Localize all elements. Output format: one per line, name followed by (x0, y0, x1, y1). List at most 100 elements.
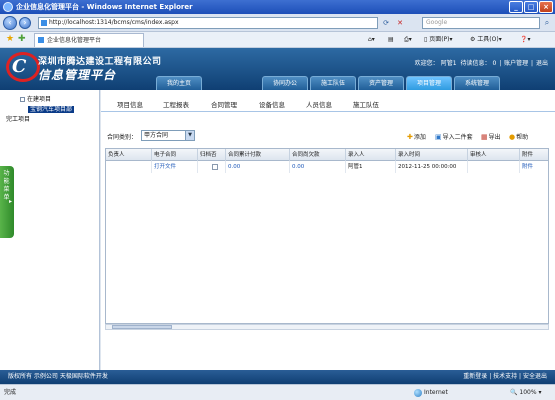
nav-tab-assets[interactable]: 资产管理 (358, 76, 404, 90)
back-button[interactable]: ‹ (3, 16, 17, 30)
nav-tab-home[interactable]: 我的主页 (156, 76, 202, 90)
nav-tab-teams[interactable]: 施工队伍 (310, 76, 356, 90)
print-icon[interactable]: ⎙▾ (404, 34, 412, 46)
column-header[interactable]: 录入时间 (396, 149, 468, 161)
page-icon (41, 20, 47, 26)
window-title: 企业信息化管理平台 - Windows Internet Explorer (16, 3, 193, 11)
column-header[interactable]: 合同尚欠款 (290, 149, 346, 161)
archived-checkbox[interactable] (212, 163, 218, 170)
open-file-link[interactable]: 打开文件 (152, 161, 198, 173)
add-favorite-icon[interactable]: ✚ (18, 34, 28, 44)
subnav-equipment[interactable]: 设备信息 (259, 100, 285, 110)
subnav-teams[interactable]: 施工队伍 (353, 100, 379, 110)
main-content: 项目信息 工程报表 合同管理 设备信息 人员信息 施工队伍 合同类别： 甲方合同… (101, 90, 555, 370)
refresh-icon[interactable]: ⟳ (380, 17, 392, 29)
nav-tab-projects[interactable]: 项目管理 (406, 76, 452, 90)
column-header[interactable]: 录入人 (346, 149, 396, 161)
column-header[interactable]: 负责人 (106, 149, 152, 161)
ie-icon (3, 2, 13, 12)
feeds-icon[interactable]: ▤ (388, 34, 394, 46)
table-header: 负责人 电子合同 归档否 合同累计付款 合同尚欠款 录入人 录入时间 审核人 附… (106, 149, 548, 161)
column-header[interactable]: 归档否 (198, 149, 226, 161)
favorites-star-icon[interactable]: ★ (6, 34, 16, 44)
help-button[interactable]: ●帮助 (509, 132, 528, 141)
add-label: 添加 (413, 134, 426, 141)
stop-icon[interactable]: ✕ (394, 17, 406, 29)
subnav-reports[interactable]: 工程报表 (163, 100, 189, 110)
horizontal-scrollbar[interactable] (105, 324, 549, 330)
search-input[interactable]: Google (422, 17, 540, 29)
column-header[interactable]: 附件 (520, 149, 550, 161)
window-controls: _ □ × (509, 1, 553, 13)
url-field[interactable]: http://localhost:1314/bcms/cms/index.asp… (38, 17, 378, 29)
messages-count[interactable]: 0 (492, 60, 496, 67)
column-header[interactable]: 审核人 (468, 149, 520, 161)
main-nav: 我的主页 协同办公 施工队伍 资产管理 项目管理 系统管理 (0, 76, 555, 90)
page-menu[interactable]: ▯ 页面(P)▾ (424, 34, 453, 46)
forward-button[interactable]: › (19, 17, 31, 29)
chevron-down-icon: ▼ (185, 131, 194, 140)
add-icon: ✚ (407, 133, 413, 141)
account-link[interactable]: 账户管理 (504, 60, 528, 67)
window-titlebar: 企业信息化管理平台 - Windows Internet Explorer _ … (0, 0, 555, 14)
tab-title: 企业信息化管理平台 (47, 37, 102, 44)
tab-page-icon (38, 37, 44, 43)
export-icon: ▦ (481, 133, 488, 141)
cell-reviewer (468, 161, 520, 173)
table-row[interactable]: 打开文件 0.00 0.00 阿管1 2012-11-25 00:00:00 附… (106, 161, 548, 173)
tree-expander[interactable] (20, 97, 25, 102)
tree-item-completed-projects[interactable]: 完工项目 (6, 116, 30, 124)
nav-tab-office[interactable]: 协同办公 (262, 76, 308, 90)
url-text: http://localhost:1314/bcms/cms/index.asp… (49, 19, 179, 26)
help-menu-icon[interactable]: ❓▾ (520, 34, 530, 46)
cell-paid: 0.00 (226, 161, 290, 173)
tools-menu[interactable]: ⚙ 工具(O)▾ (470, 34, 502, 46)
logout-link[interactable]: 安全退出 (523, 373, 547, 380)
column-header[interactable]: 合同累计付款 (226, 149, 290, 161)
subnav-contracts[interactable]: 合同管理 (211, 100, 237, 110)
sub-nav: 项目信息 工程报表 合同管理 设备信息 人员信息 施工队伍 (101, 100, 555, 112)
add-button[interactable]: ✚添加 (407, 132, 426, 141)
tree-item-label: 宝钢汽车项目部 (28, 106, 75, 113)
close-button[interactable]: × (539, 1, 553, 13)
home-icon[interactable]: ⌂▾ (368, 34, 375, 46)
cell-entry-time: 2012-11-25 00:00:00 (396, 161, 468, 173)
tree-item-active-projects[interactable]: 在建项目 (20, 96, 51, 104)
zone-label: Internet (424, 389, 448, 396)
exit-link[interactable]: 退出 (536, 60, 548, 67)
browser-tab[interactable]: 企业信息化管理平台 (34, 33, 144, 47)
subnav-personnel[interactable]: 人员信息 (306, 100, 332, 110)
welcome-label: 欢迎您： (414, 60, 439, 67)
globe-icon (414, 388, 422, 397)
import-button[interactable]: ▣导入二件套 (435, 132, 473, 141)
zoom-level[interactable]: 🔍 100% ▾ (510, 385, 541, 400)
cell-owed: 0.00 (290, 161, 346, 173)
cell-entered-by: 阿管1 (346, 161, 396, 173)
app-footer: 版权所有 示例公司 天极国际软件开发 重新登录 | 技术支持 | 安全退出 (0, 370, 555, 384)
user-name: 阿管1 (440, 60, 457, 67)
relogin-link[interactable]: 重新登录 (463, 373, 487, 380)
nav-tab-system[interactable]: 系统管理 (454, 76, 500, 90)
attachment-link[interactable]: 附件 (520, 161, 550, 173)
copyright-text: 版权所有 示例公司 天极国际软件开发 (8, 373, 108, 380)
scrollbar-thumb[interactable] (112, 325, 172, 329)
contract-type-value: 甲方合同 (144, 132, 169, 139)
minimize-button[interactable]: _ (509, 1, 523, 13)
contract-type-select[interactable]: 甲方合同 ▼ (141, 130, 195, 141)
app-header: C 深圳市腾达建设工程有限公司 信息管理平台 欢迎您： 阿管1 待读信息： 0 | … (0, 48, 555, 90)
search-placeholder: Google (426, 19, 448, 26)
tree-item-project[interactable]: 宝钢汽车项目部 (28, 106, 75, 114)
column-header[interactable]: 电子合同 (152, 149, 198, 161)
support-link[interactable]: 技术支持 (493, 373, 517, 380)
subnav-project-info[interactable]: 项目信息 (117, 100, 143, 110)
search-icon[interactable]: ⌕ (541, 17, 553, 29)
user-info: 欢迎您： 阿管1 待读信息： 0 | 账户管理 | 退出 (414, 60, 548, 67)
chevron-right-icon: ▸ (9, 198, 13, 205)
status-bar: 完成 Internet 🔍 100% ▾ (0, 384, 555, 400)
cell-manager (106, 161, 152, 173)
maximize-button[interactable]: □ (524, 1, 538, 13)
function-menu-handle[interactable]: 功能菜单 ▸ (0, 166, 14, 238)
logo-mark: C (12, 56, 27, 77)
export-button[interactable]: ▦导出 (481, 132, 501, 141)
status-text: 完成 (4, 389, 17, 396)
